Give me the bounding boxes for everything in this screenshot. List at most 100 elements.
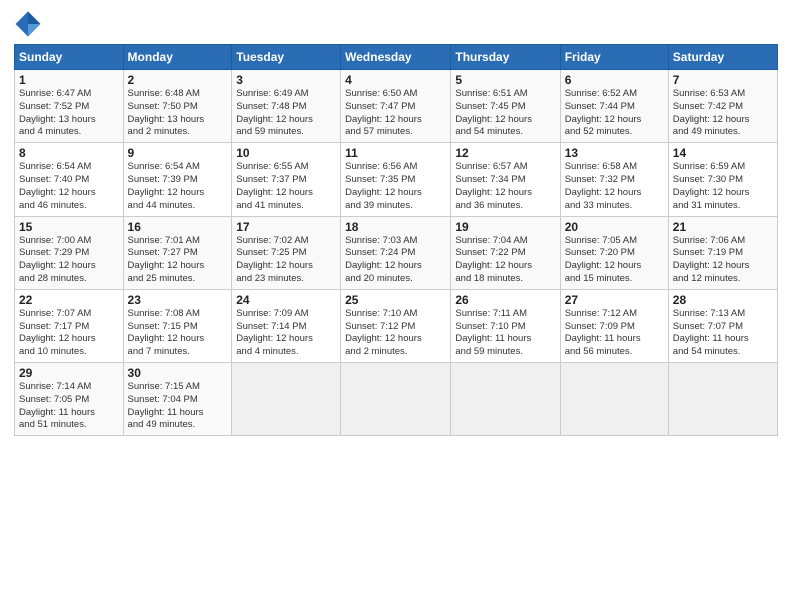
- logo: [14, 10, 46, 38]
- day-number: 19: [455, 220, 555, 234]
- weekday-header: Sunday: [15, 45, 124, 70]
- day-info: Sunrise: 6:51 AM Sunset: 7:45 PM Dayligh…: [455, 88, 555, 139]
- calendar-cell: 22Sunrise: 7:07 AM Sunset: 7:17 PM Dayli…: [15, 289, 124, 362]
- day-number: 16: [128, 220, 228, 234]
- day-number: 14: [673, 146, 773, 160]
- calendar-body: 1Sunrise: 6:47 AM Sunset: 7:52 PM Daylig…: [15, 70, 778, 436]
- day-info: Sunrise: 7:03 AM Sunset: 7:24 PM Dayligh…: [345, 235, 446, 286]
- day-info: Sunrise: 6:54 AM Sunset: 7:39 PM Dayligh…: [128, 161, 228, 212]
- calendar-cell: 17Sunrise: 7:02 AM Sunset: 7:25 PM Dayli…: [232, 216, 341, 289]
- calendar-cell: [341, 363, 451, 436]
- calendar-cell: 13Sunrise: 6:58 AM Sunset: 7:32 PM Dayli…: [560, 143, 668, 216]
- calendar-cell: 30Sunrise: 7:15 AM Sunset: 7:04 PM Dayli…: [123, 363, 232, 436]
- day-number: 13: [565, 146, 664, 160]
- day-info: Sunrise: 6:48 AM Sunset: 7:50 PM Dayligh…: [128, 88, 228, 139]
- day-number: 10: [236, 146, 336, 160]
- day-number: 2: [128, 73, 228, 87]
- calendar-cell: 7Sunrise: 6:53 AM Sunset: 7:42 PM Daylig…: [668, 70, 777, 143]
- day-info: Sunrise: 7:02 AM Sunset: 7:25 PM Dayligh…: [236, 235, 336, 286]
- day-number: 20: [565, 220, 664, 234]
- calendar-cell: 16Sunrise: 7:01 AM Sunset: 7:27 PM Dayli…: [123, 216, 232, 289]
- day-info: Sunrise: 7:12 AM Sunset: 7:09 PM Dayligh…: [565, 308, 664, 359]
- day-number: 18: [345, 220, 446, 234]
- calendar-week-row: 15Sunrise: 7:00 AM Sunset: 7:29 PM Dayli…: [15, 216, 778, 289]
- day-number: 15: [19, 220, 119, 234]
- calendar-cell: [668, 363, 777, 436]
- day-number: 24: [236, 293, 336, 307]
- calendar-cell: 6Sunrise: 6:52 AM Sunset: 7:44 PM Daylig…: [560, 70, 668, 143]
- day-info: Sunrise: 6:58 AM Sunset: 7:32 PM Dayligh…: [565, 161, 664, 212]
- calendar-cell: 27Sunrise: 7:12 AM Sunset: 7:09 PM Dayli…: [560, 289, 668, 362]
- day-number: 1: [19, 73, 119, 87]
- calendar-cell: 9Sunrise: 6:54 AM Sunset: 7:39 PM Daylig…: [123, 143, 232, 216]
- calendar-cell: 21Sunrise: 7:06 AM Sunset: 7:19 PM Dayli…: [668, 216, 777, 289]
- day-info: Sunrise: 7:05 AM Sunset: 7:20 PM Dayligh…: [565, 235, 664, 286]
- calendar-cell: 18Sunrise: 7:03 AM Sunset: 7:24 PM Dayli…: [341, 216, 451, 289]
- calendar-cell: 1Sunrise: 6:47 AM Sunset: 7:52 PM Daylig…: [15, 70, 124, 143]
- day-number: 5: [455, 73, 555, 87]
- weekday-header: Tuesday: [232, 45, 341, 70]
- calendar-cell: 12Sunrise: 6:57 AM Sunset: 7:34 PM Dayli…: [451, 143, 560, 216]
- page: SundayMondayTuesdayWednesdayThursdayFrid…: [0, 0, 792, 612]
- logo-icon: [14, 10, 42, 38]
- header-row: SundayMondayTuesdayWednesdayThursdayFrid…: [15, 45, 778, 70]
- day-number: 17: [236, 220, 336, 234]
- day-info: Sunrise: 7:11 AM Sunset: 7:10 PM Dayligh…: [455, 308, 555, 359]
- calendar-cell: 26Sunrise: 7:11 AM Sunset: 7:10 PM Dayli…: [451, 289, 560, 362]
- day-info: Sunrise: 6:55 AM Sunset: 7:37 PM Dayligh…: [236, 161, 336, 212]
- day-info: Sunrise: 6:50 AM Sunset: 7:47 PM Dayligh…: [345, 88, 446, 139]
- day-number: 9: [128, 146, 228, 160]
- day-info: Sunrise: 6:53 AM Sunset: 7:42 PM Dayligh…: [673, 88, 773, 139]
- day-info: Sunrise: 6:59 AM Sunset: 7:30 PM Dayligh…: [673, 161, 773, 212]
- day-info: Sunrise: 6:47 AM Sunset: 7:52 PM Dayligh…: [19, 88, 119, 139]
- day-info: Sunrise: 7:09 AM Sunset: 7:14 PM Dayligh…: [236, 308, 336, 359]
- day-number: 29: [19, 366, 119, 380]
- day-info: Sunrise: 7:06 AM Sunset: 7:19 PM Dayligh…: [673, 235, 773, 286]
- day-info: Sunrise: 7:00 AM Sunset: 7:29 PM Dayligh…: [19, 235, 119, 286]
- calendar-cell: 28Sunrise: 7:13 AM Sunset: 7:07 PM Dayli…: [668, 289, 777, 362]
- day-info: Sunrise: 7:14 AM Sunset: 7:05 PM Dayligh…: [19, 381, 119, 432]
- day-number: 4: [345, 73, 446, 87]
- day-number: 11: [345, 146, 446, 160]
- weekday-header: Monday: [123, 45, 232, 70]
- day-info: Sunrise: 6:49 AM Sunset: 7:48 PM Dayligh…: [236, 88, 336, 139]
- day-info: Sunrise: 6:57 AM Sunset: 7:34 PM Dayligh…: [455, 161, 555, 212]
- calendar-cell: 20Sunrise: 7:05 AM Sunset: 7:20 PM Dayli…: [560, 216, 668, 289]
- calendar-cell: 15Sunrise: 7:00 AM Sunset: 7:29 PM Dayli…: [15, 216, 124, 289]
- day-number: 28: [673, 293, 773, 307]
- day-number: 25: [345, 293, 446, 307]
- weekday-header: Saturday: [668, 45, 777, 70]
- calendar-cell: 23Sunrise: 7:08 AM Sunset: 7:15 PM Dayli…: [123, 289, 232, 362]
- day-info: Sunrise: 7:07 AM Sunset: 7:17 PM Dayligh…: [19, 308, 119, 359]
- day-number: 6: [565, 73, 664, 87]
- day-number: 8: [19, 146, 119, 160]
- calendar-cell: [232, 363, 341, 436]
- day-number: 21: [673, 220, 773, 234]
- weekday-header: Thursday: [451, 45, 560, 70]
- calendar-cell: 25Sunrise: 7:10 AM Sunset: 7:12 PM Dayli…: [341, 289, 451, 362]
- calendar-cell: 3Sunrise: 6:49 AM Sunset: 7:48 PM Daylig…: [232, 70, 341, 143]
- header: [14, 10, 778, 38]
- day-info: Sunrise: 7:04 AM Sunset: 7:22 PM Dayligh…: [455, 235, 555, 286]
- day-info: Sunrise: 7:01 AM Sunset: 7:27 PM Dayligh…: [128, 235, 228, 286]
- day-number: 7: [673, 73, 773, 87]
- day-number: 30: [128, 366, 228, 380]
- day-number: 12: [455, 146, 555, 160]
- calendar-cell: [560, 363, 668, 436]
- calendar-cell: 4Sunrise: 6:50 AM Sunset: 7:47 PM Daylig…: [341, 70, 451, 143]
- calendar-table: SundayMondayTuesdayWednesdayThursdayFrid…: [14, 44, 778, 436]
- calendar-header: SundayMondayTuesdayWednesdayThursdayFrid…: [15, 45, 778, 70]
- day-info: Sunrise: 7:13 AM Sunset: 7:07 PM Dayligh…: [673, 308, 773, 359]
- calendar-cell: 24Sunrise: 7:09 AM Sunset: 7:14 PM Dayli…: [232, 289, 341, 362]
- calendar-cell: 14Sunrise: 6:59 AM Sunset: 7:30 PM Dayli…: [668, 143, 777, 216]
- calendar-week-row: 22Sunrise: 7:07 AM Sunset: 7:17 PM Dayli…: [15, 289, 778, 362]
- weekday-header: Wednesday: [341, 45, 451, 70]
- calendar-week-row: 8Sunrise: 6:54 AM Sunset: 7:40 PM Daylig…: [15, 143, 778, 216]
- day-info: Sunrise: 7:08 AM Sunset: 7:15 PM Dayligh…: [128, 308, 228, 359]
- day-number: 3: [236, 73, 336, 87]
- day-info: Sunrise: 6:56 AM Sunset: 7:35 PM Dayligh…: [345, 161, 446, 212]
- day-info: Sunrise: 7:15 AM Sunset: 7:04 PM Dayligh…: [128, 381, 228, 432]
- calendar-cell: 29Sunrise: 7:14 AM Sunset: 7:05 PM Dayli…: [15, 363, 124, 436]
- weekday-header: Friday: [560, 45, 668, 70]
- calendar-cell: 8Sunrise: 6:54 AM Sunset: 7:40 PM Daylig…: [15, 143, 124, 216]
